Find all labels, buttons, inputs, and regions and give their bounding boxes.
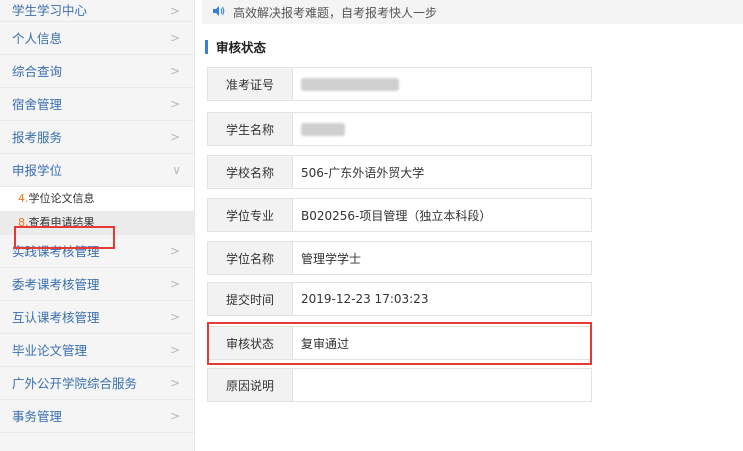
chevron-right-icon: > [169,244,180,258]
sidebar-item-label: 事务管理 [12,409,63,424]
sidebar-item-label: 广外公开学院综合服务 [12,376,138,391]
chevron-right-icon: > [169,31,180,45]
info-row-degree-major: 学位专业 B020256-项目管理（独立本科段） [207,198,592,232]
info-row-degree-name: 学位名称 管理学学士 [207,241,592,275]
info-label: 提交时间 [207,282,292,316]
sidebar-item-label: 报考服务 [12,130,63,145]
sidebar-item-mutual-course[interactable]: 互认课考核管理 > [0,301,194,334]
info-label: 学位专业 [207,198,292,232]
sub-item-number: 4. [18,192,29,205]
highlight-box-review-status [207,322,592,365]
sidebar-item-label: 委考课考核管理 [12,277,100,292]
info-label: 学生名称 [207,112,292,146]
sidebar-item-student-center[interactable]: 学生学习中心 > [0,0,194,22]
sidebar-item-personal-info[interactable]: 个人信息 > [0,22,194,55]
sub-item-label: 学位论文信息 [28,192,95,205]
sidebar-item-exam-service[interactable]: 报考服务 > [0,121,194,154]
redacted-mask [301,77,399,91]
sub-item-thesis-info[interactable]: 4.学位论文信息 [0,187,194,211]
info-label: 准考证号 [207,67,292,101]
section-title: 审核状态 [205,37,266,56]
sidebar-item-open-college[interactable]: 广外公开学院综合服务 > [0,367,194,400]
notice-bar: 高效解决报考难题，自考报考快人一步 [202,0,743,24]
redacted-mask [301,122,345,136]
chevron-right-icon: > [169,4,180,18]
sidebar-item-label: 宿舍管理 [12,97,63,112]
info-value: B020256-项目管理（独立本科段） [292,198,592,232]
sidebar-item-label: 毕业论文管理 [12,343,88,358]
info-row-submit-time: 提交时间 2019-12-23 17:03:23 [207,282,592,316]
sidebar-item-degree-apply[interactable]: 申报学位 ∨ [0,154,194,187]
sidebar-item-affairs[interactable]: 事务管理 > [0,400,194,433]
info-value-redacted [292,112,592,146]
info-value [292,368,592,402]
highlight-box-view-result [14,226,115,249]
info-row-exam-number: 准考证号 [207,67,592,101]
chevron-right-icon: > [169,310,180,324]
chevron-right-icon: > [169,409,180,423]
section-title-bar [205,39,208,54]
info-row-student-name: 学生名称 [207,112,592,146]
info-value-redacted [292,67,592,101]
info-value: 2019-12-23 17:03:23 [292,282,592,316]
chevron-down-icon: ∨ [172,163,181,177]
sidebar-item-label: 申报学位 [12,163,63,178]
speaker-icon [212,5,225,20]
info-row-reason: 原因说明 [207,368,592,402]
chevron-right-icon: > [169,376,180,390]
notice-text: 高效解决报考难题，自考报考快人一步 [233,5,438,20]
info-value: 管理学学士 [292,241,592,275]
sidebar-item-label: 个人信息 [12,31,63,46]
sidebar-item-commissioned-course[interactable]: 委考课考核管理 > [0,268,194,301]
chevron-right-icon: > [169,130,180,144]
sidebar-item-dormitory[interactable]: 宿舍管理 > [0,88,194,121]
sidebar-item-label: 互认课考核管理 [12,310,100,325]
sidebar-item-query[interactable]: 综合查询 > [0,55,194,88]
chevron-right-icon: > [169,97,180,111]
info-label: 原因说明 [207,368,292,402]
sidebar-item-label: 综合查询 [12,64,63,79]
section-title-text: 审核状态 [216,40,267,55]
info-label: 学校名称 [207,155,292,189]
sidebar-item-thesis-manage[interactable]: 毕业论文管理 > [0,334,194,367]
chevron-right-icon: > [169,64,180,78]
sidebar-item-label: 学生学习中心 [12,3,88,18]
info-label: 学位名称 [207,241,292,275]
chevron-right-icon: > [169,277,180,291]
info-value: 506-广东外语外贸大学 [292,155,592,189]
info-row-school-name: 学校名称 506-广东外语外贸大学 [207,155,592,189]
chevron-right-icon: > [169,343,180,357]
